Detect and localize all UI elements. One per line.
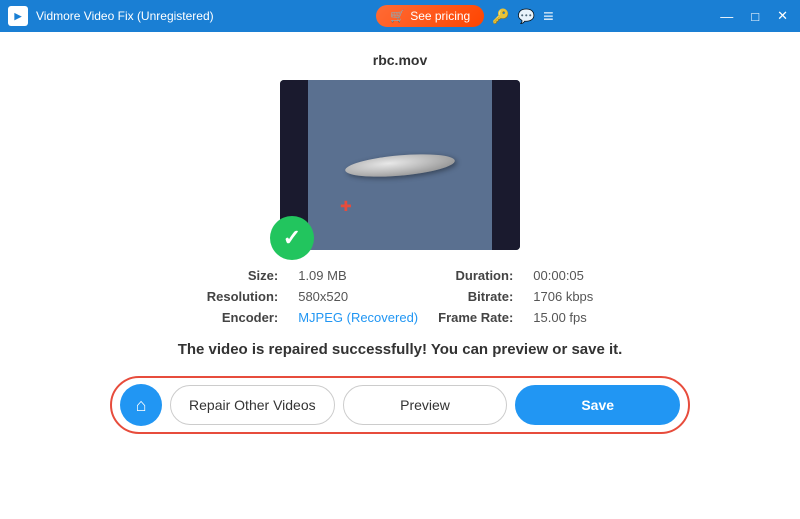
success-badge: ✓ (270, 216, 314, 260)
framerate-label: Frame Rate: (438, 310, 513, 325)
home-icon: ⌂ (136, 395, 147, 416)
file-name: rbc.mov (373, 52, 427, 68)
title-bar-left: ▶ Vidmore Video Fix (Unregistered) (8, 6, 214, 26)
preview-button[interactable]: Preview (343, 385, 508, 425)
close-button[interactable]: ✕ (773, 6, 792, 26)
see-pricing-label: See pricing (410, 9, 470, 23)
cart-icon: 🛒 (390, 9, 405, 23)
app-logo: ▶ (8, 6, 28, 26)
minimize-button[interactable]: — (716, 7, 737, 26)
main-content: rbc.mov ✚ ✓ Size: 1.09 MB Duration: 00:0… (0, 32, 800, 519)
framerate-value: 15.00 fps (533, 310, 593, 325)
encoder-value: MJPEG (Recovered) (298, 310, 418, 325)
bitrate-value: 1706 kbps (533, 289, 593, 304)
size-label: Size: (207, 268, 279, 283)
3d-shape (344, 150, 455, 180)
resolution-label: Resolution: (207, 289, 279, 304)
key-icon[interactable]: 🔑 (492, 8, 509, 25)
save-button[interactable]: Save (515, 385, 680, 425)
repair-other-videos-button[interactable]: Repair Other Videos (170, 385, 335, 425)
menu-icon[interactable]: ≡ (543, 6, 554, 27)
video-thumbnail: ✚ ✓ (280, 80, 520, 250)
see-pricing-button[interactable]: 🛒 See pricing (376, 5, 484, 27)
app-title: Vidmore Video Fix (Unregistered) (36, 9, 214, 23)
video-center (308, 80, 492, 250)
video-frame: ✚ (280, 80, 520, 250)
file-info-grid: Size: 1.09 MB Duration: 00:00:05 Resolut… (207, 268, 594, 325)
cursor-indicator: ✚ (340, 198, 352, 215)
duration-value: 00:00:05 (533, 268, 593, 283)
resolution-value: 580x520 (298, 289, 418, 304)
home-button[interactable]: ⌂ (120, 384, 162, 426)
encoder-label: Encoder: (207, 310, 279, 325)
chat-icon[interactable]: 💬 (518, 8, 535, 25)
bitrate-label: Bitrate: (438, 289, 513, 304)
action-bar: ⌂ Repair Other Videos Preview Save (110, 376, 690, 434)
window-controls: — □ ✕ (716, 6, 792, 26)
right-border (492, 80, 520, 250)
duration-label: Duration: (438, 268, 513, 283)
maximize-button[interactable]: □ (747, 7, 763, 26)
success-message: The video is repaired successfully! You … (178, 341, 623, 358)
title-bar-center: 🛒 See pricing 🔑 💬 ≡ (376, 5, 553, 27)
size-value: 1.09 MB (298, 268, 418, 283)
title-bar: ▶ Vidmore Video Fix (Unregistered) 🛒 See… (0, 0, 800, 32)
